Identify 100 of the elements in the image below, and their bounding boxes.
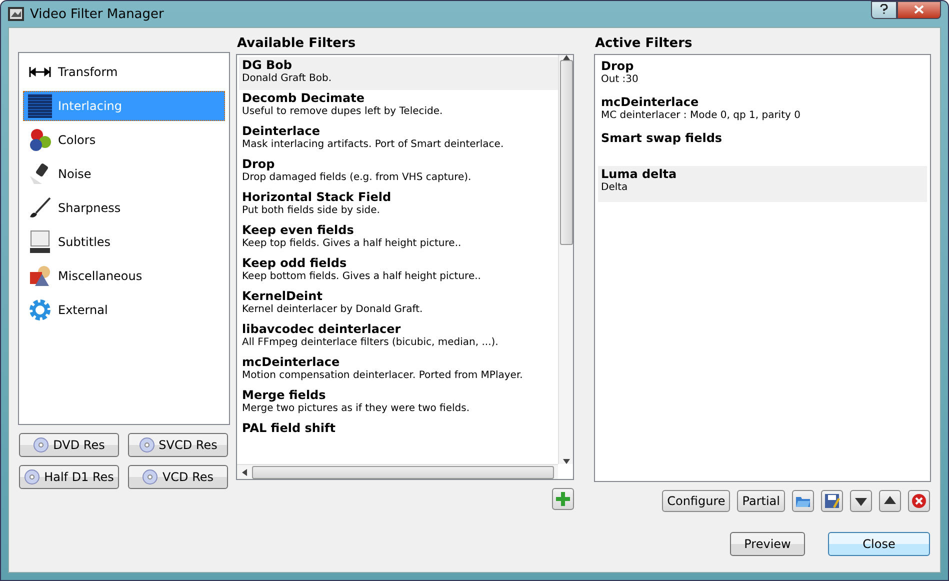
filter-item[interactable]: Smart swap fields — [598, 130, 927, 166]
category-item[interactable]: Sharpness — [23, 193, 225, 223]
category-label: Transform — [58, 65, 118, 79]
save-icon — [824, 493, 840, 509]
filter-name: Decomb Decimate — [242, 91, 365, 105]
horizontal-scrollbar[interactable] — [237, 464, 558, 479]
filter-name: mcDeinterlace — [601, 95, 699, 109]
disc-icon — [33, 437, 50, 453]
save-button[interactable] — [821, 490, 843, 512]
plus-icon — [555, 491, 571, 507]
filter-name: Horizontal Stack Field — [242, 190, 392, 204]
filter-name: mcDeinterlace — [242, 355, 340, 369]
folder-button[interactable] — [792, 490, 814, 512]
vertical-scrollbar[interactable] — [558, 55, 573, 464]
filter-name: Merge fields — [242, 388, 326, 402]
filter-item[interactable]: PAL field shift — [239, 420, 558, 453]
disc-icon — [138, 437, 155, 453]
filter-name: Keep odd fields — [242, 256, 347, 270]
shapes-icon — [28, 264, 52, 288]
filter-name: Drop — [242, 157, 275, 171]
subtitle-frame-icon — [28, 230, 52, 254]
lines-icon — [28, 94, 52, 118]
filter-description: Motion compensation deinterlacer. Ported from MPlayer. — [242, 370, 523, 381]
filter-item[interactable]: KernelDeint Kernel deinterlacer by Donald Graft. — [239, 288, 558, 321]
filter-item[interactable]: Merge fields Merge two pictures as if they were two fields. — [239, 387, 558, 420]
resolution-button[interactable]: Half D1 Res — [19, 465, 119, 489]
filter-description: Out :30 — [601, 74, 638, 85]
help-button[interactable] — [871, 1, 897, 19]
filter-item[interactable]: Horizontal Stack Field Put both fields side by side. — [239, 189, 558, 222]
close-icon — [914, 5, 924, 14]
filter-name: Luma delta — [601, 167, 677, 181]
app-icon — [8, 7, 24, 21]
category-label: Miscellaneous — [58, 269, 142, 283]
dialog-button[interactable]: Close — [828, 532, 930, 556]
filter-item[interactable]: Luma delta Delta — [598, 166, 927, 202]
filter-description: Delta — [601, 182, 628, 193]
colored-balls-icon — [28, 128, 52, 152]
category-label: External — [58, 303, 108, 317]
filter-description: Merge two pictures as if they were two fields. — [242, 403, 470, 414]
category-item[interactable]: External — [23, 295, 225, 325]
filter-description: Drop damaged fields (e.g. from VHS capture). — [242, 172, 472, 183]
category-item[interactable]: Transform — [23, 57, 225, 87]
panel-heading: Active Filters — [594, 36, 692, 53]
category-label: Interlacing — [58, 99, 122, 113]
filter-item[interactable]: mcDeinterlace MC deinterlacer : Mode 0, qp 1, parity 0 — [598, 94, 927, 130]
resolution-button[interactable]: SVCD Res — [128, 433, 228, 457]
filter-item[interactable]: Keep odd fields Keep bottom fields. Gives a half height picture.. — [239, 255, 558, 288]
up-button[interactable] — [879, 490, 901, 512]
category-item[interactable]: Subtitles — [23, 227, 225, 257]
filter-description: Keep top fields. Gives a half height picture.. — [242, 238, 462, 249]
close-button[interactable] — [897, 1, 941, 19]
filter-action-button[interactable]: Configure — [662, 490, 730, 512]
filter-action-button[interactable]: Partial — [737, 490, 785, 512]
filter-name: libavcodec deinterlacer — [242, 322, 401, 336]
category-item[interactable]: Miscellaneous — [23, 261, 225, 291]
filter-name: Drop — [601, 59, 634, 73]
filter-name: Deinterlace — [242, 124, 320, 138]
category-item[interactable]: Colors — [23, 125, 225, 155]
filter-description: All FFmpeg deinterlace filters (bicubic, median, ...). — [242, 337, 498, 348]
filter-description: Donald Graft Bob. — [242, 73, 332, 84]
resolution-button[interactable]: VCD Res — [128, 465, 228, 489]
remove-icon — [911, 493, 927, 509]
filter-description: MC deinterlacer : Mode 0, qp 1, parity 0 — [601, 110, 800, 121]
filter-name: DG Bob — [242, 58, 292, 72]
filter-description: Keep bottom fields. Gives a half height picture.. — [242, 271, 481, 282]
remove-button[interactable] — [908, 490, 930, 512]
filter-item[interactable]: Drop Drop damaged fields (e.g. from VHS capture). — [239, 156, 558, 189]
filter-name: Smart swap fields — [601, 131, 722, 145]
filter-item[interactable]: Drop Out :30 — [598, 58, 927, 94]
filter-description: Mask interlacing artifacts. Port of Smart deinterlace. — [242, 139, 504, 150]
question-mark-icon — [880, 4, 888, 14]
filter-item[interactable]: mcDeinterlace Motion compensation deinterlacer. Ported from MPlayer. — [239, 354, 558, 387]
category-label: Noise — [58, 167, 92, 181]
filter-name: Keep even fields — [242, 223, 354, 237]
category-label: Colors — [58, 133, 96, 147]
filter-item[interactable]: libavcodec deinterlacer All FFmpeg deinterlace filters (bicubic, median, ...). — [239, 321, 558, 354]
category-label: Subtitles — [58, 235, 111, 249]
filter-item[interactable]: DG Bob Donald Graft Bob. — [239, 57, 558, 90]
left-arrow-icon[interactable] — [242, 468, 247, 476]
brush-icon — [28, 196, 52, 220]
resolution-button[interactable]: DVD Res — [19, 433, 119, 457]
filter-item[interactable]: Decomb Decimate Useful to remove dupes left by Telecide. — [239, 90, 558, 123]
up-arrow-icon[interactable] — [562, 55, 570, 60]
filter-description: Put both fields side by side. — [242, 205, 380, 216]
category-item[interactable]: Noise — [23, 159, 225, 189]
dialog-button[interactable]: Preview — [730, 532, 805, 556]
filter-description: Useful to remove dupes left by Telecide. — [242, 106, 443, 117]
down-button[interactable] — [850, 490, 872, 512]
filter-name: KernelDeint — [242, 289, 322, 303]
add-button[interactable] — [552, 488, 574, 510]
down-arrow-icon[interactable] — [562, 459, 570, 464]
filter-name: PAL field shift — [242, 421, 336, 435]
disc-icon — [24, 469, 40, 485]
gear-icon — [28, 298, 52, 322]
window-title: Video Filter Manager — [30, 6, 164, 22]
filter-description: Kernel deinterlacer by Donald Graft. — [242, 304, 423, 315]
filter-item[interactable]: Deinterlace Mask interlacing artifacts. Port of Smart deinterlace. — [239, 123, 558, 156]
disc-icon — [142, 469, 158, 485]
category-label: Sharpness — [58, 201, 121, 215]
filter-item[interactable]: Keep even fields Keep top fields. Gives a half height picture.. — [239, 222, 558, 255]
